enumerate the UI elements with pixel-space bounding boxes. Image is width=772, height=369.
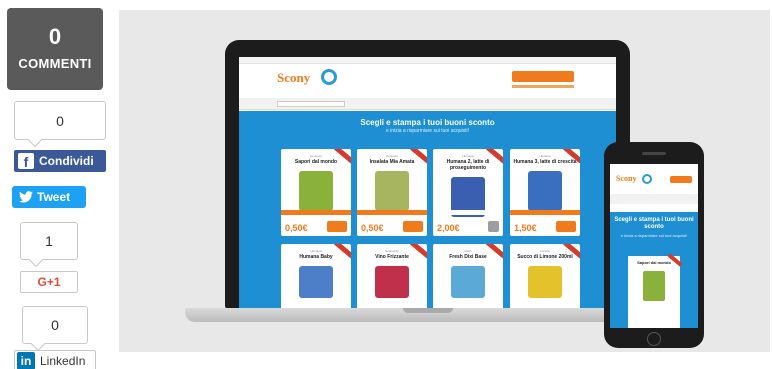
product-coupon-card: Humana Humana 3, latte di crescita 1,50€ xyxy=(510,149,580,236)
facebook-share-count: 0 xyxy=(14,101,106,148)
count-bubble-tail xyxy=(28,252,44,268)
product-name: Humana 2, latte di proseguimento xyxy=(446,159,490,171)
facebook-icon: f xyxy=(18,153,34,170)
phone-product-image xyxy=(643,271,665,301)
laptop-notch xyxy=(403,308,453,313)
site-header: Scony xyxy=(239,64,616,98)
site-subheadline: e inizia a risparmiare sui tuoi acquisti… xyxy=(385,128,470,134)
product-image xyxy=(299,266,333,298)
facebook-share-label: Condividi xyxy=(39,154,94,168)
facebook-share-count-value: 0 xyxy=(56,113,64,129)
facebook-share-button[interactable]: f Condividi xyxy=(14,150,106,172)
comments-counter[interactable]: 0 COMMENTI xyxy=(7,8,103,90)
googleplus-button[interactable]: G+1 xyxy=(20,271,78,293)
twitter-tweet-label: Tweet xyxy=(37,190,71,204)
site-headline: Scegli e stampa i tuoi buoni sconto xyxy=(360,118,495,127)
googleplus-count-value: 1 xyxy=(45,233,53,249)
coupon-price: 0,50€ xyxy=(285,223,308,233)
twitter-bird-icon xyxy=(19,191,33,203)
phone-home-button xyxy=(647,332,661,346)
product-coupon-card: Humana Humana 2, latte di proseguimento 2,… xyxy=(433,149,503,236)
linkedin-share-button[interactable]: in LinkedIn xyxy=(14,350,96,369)
add-coupon-button xyxy=(403,221,423,232)
product-coupon-card: Dash Fresh Dixi Base xyxy=(433,244,503,308)
product-coupon-card: Ceneaco Insalata Mia Amata 0,50€ xyxy=(357,149,427,236)
card-status-bar xyxy=(281,210,351,215)
product-image xyxy=(528,171,562,211)
product-coupon-card: Limone Succo di Limone 200ml xyxy=(510,244,580,308)
phone-subnav xyxy=(610,194,698,204)
product-name: Vino Frizzante xyxy=(375,254,409,260)
coupon-price: 2,00€ xyxy=(437,223,460,233)
product-image xyxy=(451,266,485,298)
add-coupon-button xyxy=(488,221,499,232)
phone-headline: Scegli e stampa i tuoi buoni sconto xyxy=(614,217,694,230)
count-bubble-tail xyxy=(27,132,43,148)
site-hero-section: Scegli e stampa i tuoi buoni sconto e in… xyxy=(239,111,616,308)
phone-site-logo: Scony xyxy=(616,174,637,183)
site-subnav xyxy=(239,98,616,110)
count-bubble-tail xyxy=(30,336,46,352)
coupon-price: 1,50€ xyxy=(514,223,537,233)
googleplus-count: 1 xyxy=(20,222,78,268)
product-image xyxy=(375,171,409,211)
phone-speaker xyxy=(642,152,666,155)
phone-subheadline: e inizia a risparmiare sui tuoi acquisti… xyxy=(620,233,688,238)
card-status-bar xyxy=(433,210,503,215)
product-coupon-card: Ceneaco Sapori dal mondo 0,50€ xyxy=(281,149,351,236)
phone-mockup: Scony Scegli e stampa i tuoi buoni scont… xyxy=(604,142,704,348)
product-name: Humana Baby xyxy=(299,254,333,260)
phone-header-cta xyxy=(670,176,692,183)
product-name: Succo di Limone 200ml xyxy=(517,254,573,260)
linkedin-share-count: 0 xyxy=(22,306,88,352)
article-hero-image: Scony Scegli e stampa i tuoi buoni scont… xyxy=(119,10,770,352)
site-top-bar xyxy=(239,57,616,64)
product-image xyxy=(528,266,562,298)
product-image xyxy=(375,266,409,298)
product-coupon-card: Spumante Vino Frizzante xyxy=(357,244,427,308)
coupon-price: 0,50€ xyxy=(361,223,384,233)
product-name: Fresh Dixi Base xyxy=(449,254,487,260)
product-coupon-card: Humana Humana Baby xyxy=(281,244,351,308)
site-category-select xyxy=(277,101,345,107)
phone-hero-section: Scegli e stampa i tuoi buoni sconto e in… xyxy=(610,212,698,328)
linkedin-share-count-value: 0 xyxy=(51,317,59,333)
phone-screen: Scony Scegli e stampa i tuoi buoni scont… xyxy=(610,164,698,328)
card-status-bar xyxy=(510,210,580,215)
site-logo: Scony xyxy=(277,70,311,85)
product-name: Insalata Mia Amata xyxy=(369,159,415,165)
laptop-mockup: Scony Scegli e stampa i tuoi buoni scont… xyxy=(225,40,630,308)
product-name: Humana 3, latte di crescita xyxy=(513,159,577,165)
laptop-screen: Scony Scegli e stampa i tuoi buoni scont… xyxy=(239,57,616,308)
logo-ring-icon xyxy=(321,69,337,85)
site-header-cta-text xyxy=(512,85,574,88)
comments-label: COMMENTI xyxy=(18,56,92,71)
add-coupon-button xyxy=(327,221,347,232)
linkedin-share-label: LinkedIn xyxy=(40,354,86,368)
linkedin-icon: in xyxy=(17,352,35,369)
product-image xyxy=(299,171,333,211)
phone-product-card: Sapori dal mondo xyxy=(628,253,683,328)
site-header-cta xyxy=(512,71,574,82)
comments-count: 0 xyxy=(48,24,62,49)
card-status-bar xyxy=(357,210,427,215)
product-name: Sapori dal mondo xyxy=(294,159,338,165)
phone-logo-ring-icon xyxy=(642,174,652,184)
twitter-tweet-button[interactable]: Tweet xyxy=(12,186,86,208)
add-coupon-button xyxy=(556,221,576,232)
